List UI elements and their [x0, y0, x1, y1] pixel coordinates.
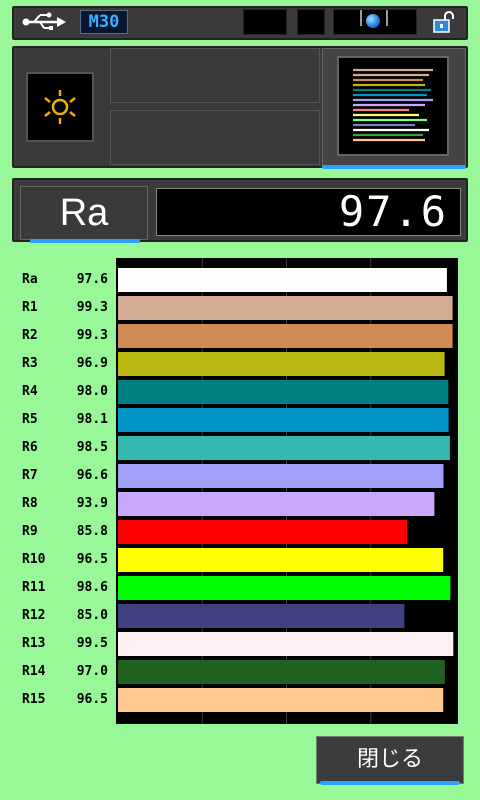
- value-label-r5: 98.1: [76, 412, 108, 427]
- value-label-r11: 98.6: [76, 580, 108, 595]
- empty-slot-bottom: [110, 110, 320, 165]
- tick-label-r11: R11: [22, 580, 46, 595]
- bar-r4: [118, 380, 449, 404]
- bar-r9: [118, 520, 408, 544]
- bar-r12: [118, 604, 405, 628]
- tick-label-r13: R13: [22, 636, 46, 651]
- value-label-r9: 85.8: [76, 524, 108, 539]
- value-label-r13: 99.5: [76, 636, 108, 651]
- bar-r11: [118, 576, 451, 600]
- tick-label-ra: Ra: [22, 272, 38, 287]
- tick-label-r5: R5: [22, 412, 38, 427]
- value-label-r6: 98.5: [76, 440, 108, 455]
- value-label-ra: 97.6: [76, 272, 108, 287]
- value-label-r3: 96.9: [76, 356, 108, 371]
- tick-label-r10: R10: [22, 552, 46, 567]
- spectrum-bars-thumbnail-icon: [337, 56, 449, 156]
- tick-label-r15: R15: [22, 692, 46, 707]
- level-bubble-icon: [366, 14, 380, 28]
- tick-label-r2: R2: [22, 328, 38, 343]
- tick-label-r9: R9: [22, 524, 38, 539]
- bar-r6: [118, 436, 450, 460]
- bar-r2: [118, 324, 453, 348]
- bar-r8: [118, 492, 435, 516]
- value-label-r10: 96.5: [76, 552, 108, 567]
- tick-label-r6: R6: [22, 440, 38, 455]
- bar-r15: [118, 688, 444, 712]
- bar-r5: [118, 408, 449, 432]
- bar-r13: [118, 632, 454, 656]
- status-slot-1: [243, 9, 287, 35]
- unlocked-padlock-icon[interactable]: [432, 10, 456, 34]
- tick-label-r14: R14: [22, 664, 46, 679]
- bar-ra: [118, 268, 447, 292]
- bar-r3: [118, 352, 445, 376]
- ra-label-button[interactable]: Ra: [20, 186, 148, 240]
- bar-r14: [118, 660, 445, 684]
- value-label-r7: 96.6: [76, 468, 108, 483]
- tick-label-r3: R3: [22, 356, 38, 371]
- light-source-icon: [44, 90, 76, 124]
- value-label-r2: 99.3: [76, 328, 108, 343]
- value-label-r12: 85.0: [76, 608, 108, 623]
- tick-label-r12: R12: [22, 608, 46, 623]
- mode-indicator: M30: [80, 10, 128, 34]
- level-right-mark: [386, 10, 388, 26]
- value-label-r14: 97.0: [76, 664, 108, 679]
- status-slot-2: [297, 9, 325, 35]
- value-label-r15: 96.5: [76, 692, 108, 707]
- active-indicator: [322, 165, 466, 169]
- ra-active-indicator: [30, 239, 140, 243]
- tick-label-r1: R1: [22, 300, 38, 315]
- tick-label-r8: R8: [22, 496, 38, 511]
- bar-r10: [118, 548, 444, 572]
- ra-value-display: 97.6: [156, 188, 461, 236]
- level-left-mark: [360, 10, 362, 26]
- cri-bar-chart-svg: [118, 258, 454, 724]
- close-active-indicator: [320, 781, 460, 785]
- bar-r7: [118, 464, 444, 488]
- value-label-r8: 93.9: [76, 496, 108, 511]
- value-label-r1: 99.3: [76, 300, 108, 315]
- close-button[interactable]: 閉じる: [316, 736, 464, 784]
- tick-label-r7: R7: [22, 468, 38, 483]
- empty-slot-top: [110, 48, 320, 103]
- value-label-r4: 98.0: [76, 384, 108, 399]
- tick-label-r4: R4: [22, 384, 38, 399]
- bar-r1: [118, 296, 453, 320]
- usb-icon: [22, 12, 66, 32]
- light-source-button[interactable]: [26, 72, 94, 142]
